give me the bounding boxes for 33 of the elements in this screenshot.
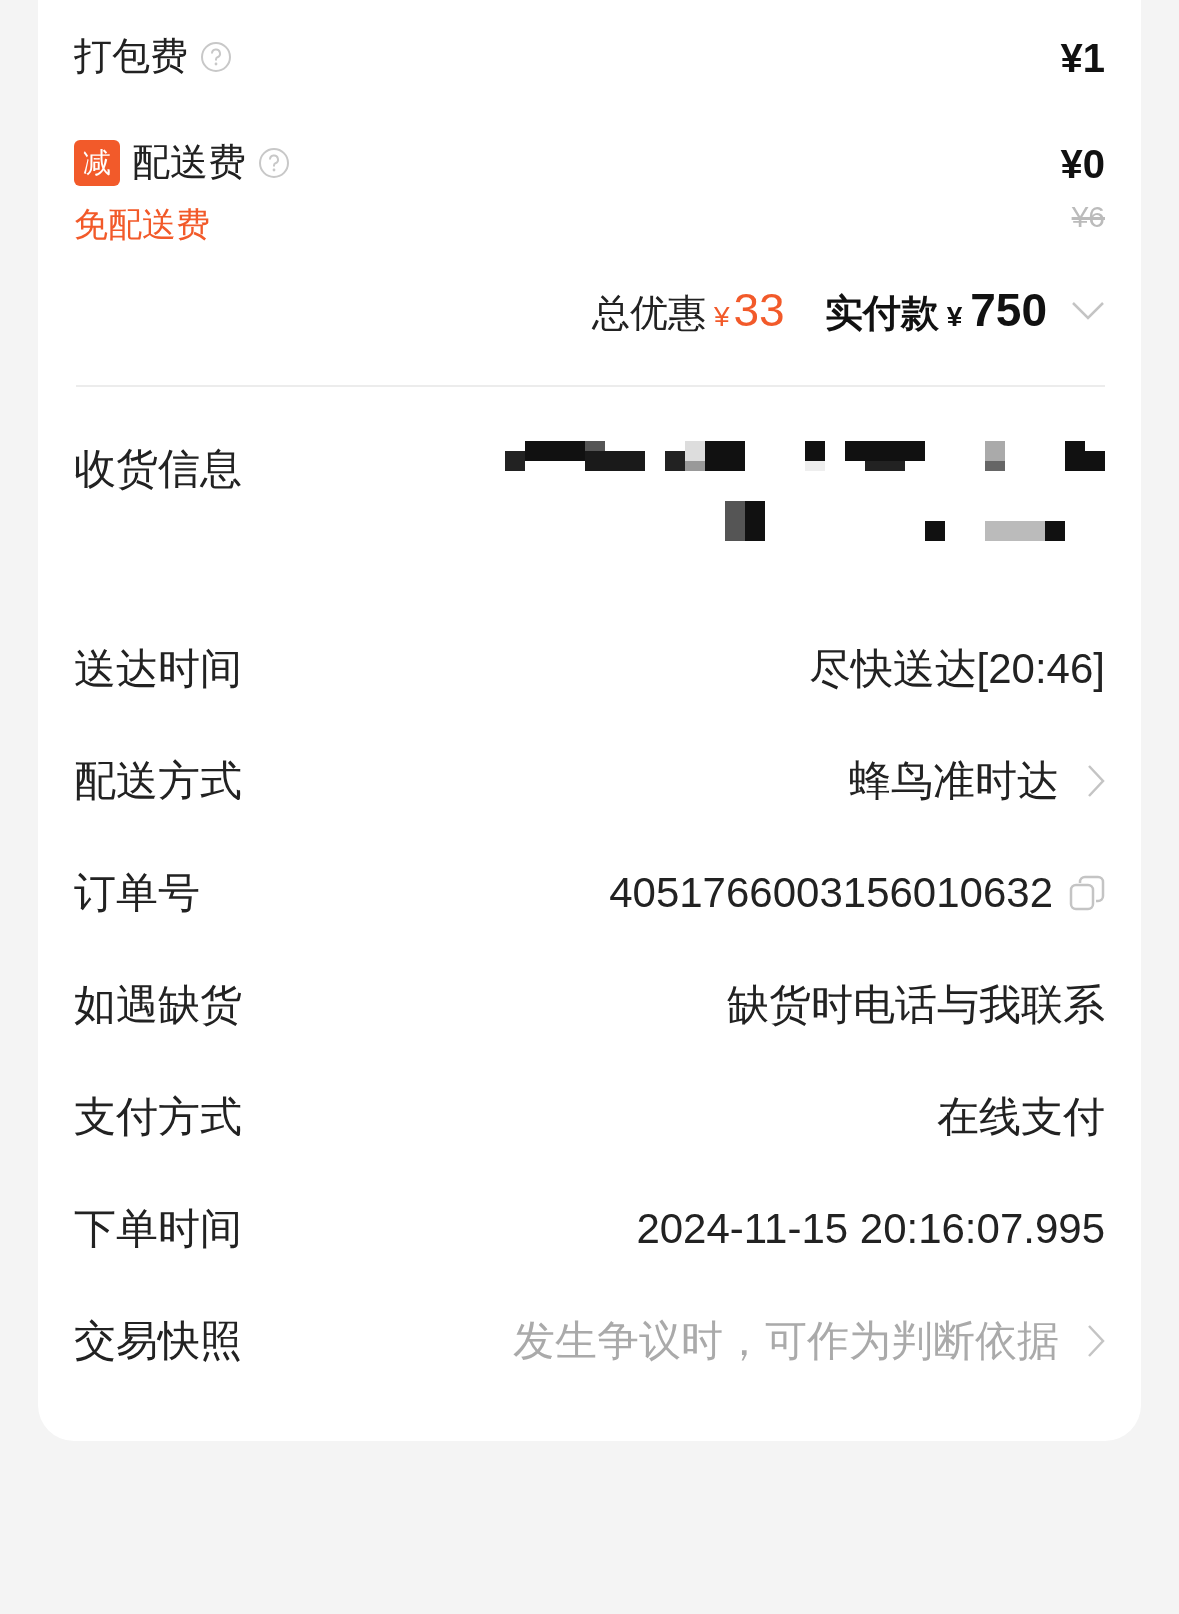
- discount-badge: 减: [74, 139, 120, 186]
- help-icon[interactable]: [200, 40, 232, 73]
- info-label: 支付方式: [74, 1092, 242, 1142]
- chevron-down-icon[interactable]: [1071, 300, 1105, 321]
- info-label: 配送方式: [74, 756, 242, 806]
- fee-price: ¥0: [1060, 141, 1105, 188]
- free-delivery-note: 免配送费: [74, 204, 211, 245]
- paid-currency: ¥: [946, 300, 963, 334]
- info-label: 下单时间: [74, 1204, 242, 1254]
- chevron-right-icon: [1087, 1323, 1105, 1358]
- order-number: 4051766003156010632: [609, 868, 1053, 918]
- fee-label: 配送费: [132, 140, 246, 185]
- info-label: 订单号: [74, 868, 200, 918]
- fee-price: ¥1: [1060, 35, 1105, 82]
- discount-label: 总优惠: [591, 291, 706, 336]
- fee-label: 打包费: [74, 34, 188, 79]
- help-icon[interactable]: [258, 146, 290, 179]
- original-price: ¥6: [1071, 199, 1105, 235]
- discount-amount: 33: [733, 283, 785, 338]
- info-value: 在线支付: [937, 1092, 1105, 1142]
- info-label: 送达时间: [74, 644, 242, 694]
- info-value: 缺货时电话与我联系: [727, 980, 1105, 1030]
- chevron-right-icon: [1087, 763, 1105, 798]
- info-label: 如遇缺货: [74, 980, 242, 1030]
- info-value: 2024-11-15 20:16:07.995: [636, 1204, 1105, 1254]
- discount-currency: ¥: [713, 300, 730, 334]
- info-label: 收货信息: [74, 444, 242, 494]
- paid-amount: 750: [970, 283, 1047, 338]
- delivery-method-link[interactable]: 蜂鸟准时达: [849, 749, 1059, 812]
- copy-icon[interactable]: [1069, 874, 1105, 911]
- info-label: 交易快照: [74, 1316, 242, 1366]
- paid-label: 实付款: [824, 291, 939, 336]
- info-value: 尽快送达[20:46]: [808, 644, 1105, 694]
